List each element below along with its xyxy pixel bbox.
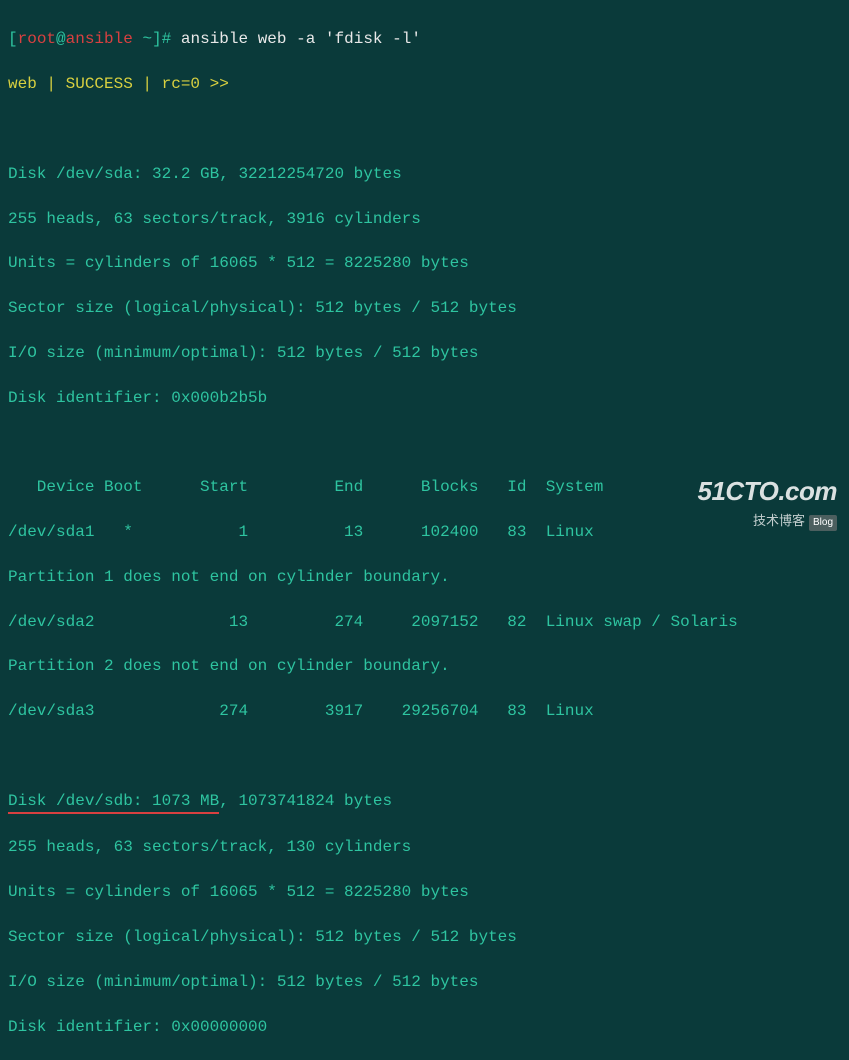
disk2-geometry: 255 heads, 63 sectors/track, 130 cylinde… (8, 836, 841, 858)
disk1-units: Units = cylinders of 16065 * 512 = 82252… (8, 252, 841, 274)
disk2-header-rest: , 1073741824 bytes (219, 792, 392, 810)
command-input: ansible web -a 'fdisk -l' (181, 30, 421, 48)
blank-line (8, 118, 841, 140)
prompt-symbol: # (162, 30, 172, 48)
disk1-sector: Sector size (logical/physical): 512 byte… (8, 297, 841, 319)
partition-row-1: /dev/sda1 * 1 13 102400 83 Linux (8, 521, 841, 543)
status-line: web | SUCCESS | rc=0 >> (8, 73, 841, 95)
disk2-header-highlighted: Disk /dev/sdb: 1073 MB (8, 790, 219, 814)
partition-table-header: Device Boot Start End Blocks Id System (8, 476, 841, 498)
partition-note-1: Partition 1 does not end on cylinder bou… (8, 566, 841, 588)
blank-line (8, 745, 841, 767)
prompt-line: [root@ansible ~]# ansible web -a 'fdisk … (8, 28, 841, 50)
terminal-output[interactable]: [root@ansible ~]# ansible web -a 'fdisk … (8, 6, 841, 1060)
disk2-io: I/O size (minimum/optimal): 512 bytes / … (8, 971, 841, 993)
prompt-host: ansible (66, 30, 133, 48)
disk2-sector: Sector size (logical/physical): 512 byte… (8, 926, 841, 948)
disk1-geometry: 255 heads, 63 sectors/track, 3916 cylind… (8, 208, 841, 230)
partition-row-2: /dev/sda2 13 274 2097152 82 Linux swap /… (8, 611, 841, 633)
disk1-io: I/O size (minimum/optimal): 512 bytes / … (8, 342, 841, 364)
prompt-user: root (18, 30, 56, 48)
disk1-header: Disk /dev/sda: 32.2 GB, 32212254720 byte… (8, 163, 841, 185)
disk2-header-line: Disk /dev/sdb: 1073 MB, 1073741824 bytes (8, 790, 841, 814)
disk2-id: Disk identifier: 0x00000000 (8, 1016, 841, 1038)
disk1-id: Disk identifier: 0x000b2b5b (8, 387, 841, 409)
partition-row-3: /dev/sda3 274 3917 29256704 83 Linux (8, 700, 841, 722)
blank-line (8, 431, 841, 453)
prompt-path: ~ (142, 30, 152, 48)
disk2-units: Units = cylinders of 16065 * 512 = 82252… (8, 881, 841, 903)
partition-note-2: Partition 2 does not end on cylinder bou… (8, 655, 841, 677)
